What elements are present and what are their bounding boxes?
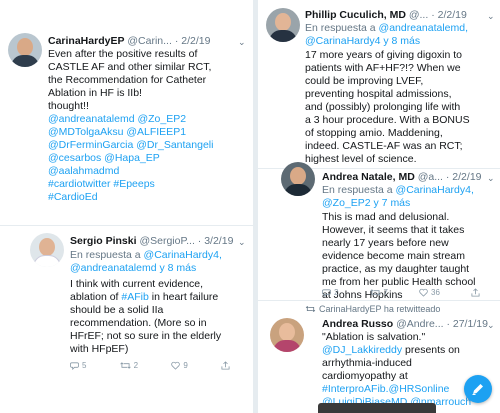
mention-link[interactable]: @Zo_EP2 y 7 más bbox=[322, 197, 410, 209]
mention-link[interactable]: @andreanatalemd y 8 más bbox=[70, 262, 196, 274]
like-button[interactable]: 9 bbox=[171, 361, 188, 370]
author-handle[interactable]: @SergioP... bbox=[139, 235, 194, 247]
reply-context: En respuesta a @andreanatalemd, bbox=[305, 22, 469, 34]
reply-icon bbox=[70, 362, 79, 370]
author-name[interactable]: Andrea Russo bbox=[322, 318, 393, 330]
reply-context: En respuesta a @CarinaHardy4, bbox=[322, 184, 474, 196]
compose-tweet-button[interactable] bbox=[464, 375, 492, 403]
mention-link[interactable]: @CarinaHardy4, bbox=[396, 184, 474, 196]
like-button[interactable]: 36 bbox=[419, 288, 440, 297]
retweet-icon bbox=[369, 289, 381, 296]
tweet-text: "Ablation is salvation." @DJ_Lakkireddy … bbox=[322, 331, 472, 408]
hashtag-link[interactable]: #InterproAFib.@HRSonline bbox=[322, 383, 471, 396]
author-name[interactable]: CarinaHardyEP bbox=[48, 35, 124, 47]
heart-icon bbox=[419, 288, 428, 297]
mention-link[interactable]: @DJ_Lakkireddy bbox=[322, 344, 402, 356]
reply-context-more: @CarinaHardy4 y 8 más bbox=[305, 35, 420, 48]
author-name[interactable]: Phillip Cuculich, MD bbox=[305, 9, 406, 21]
hashtag-link[interactable]: #cardiotwitter #Epeeps bbox=[48, 178, 213, 191]
tweet-text: Even after the positive results of CASTL… bbox=[48, 48, 214, 204]
tweet-header: Phillip Cuculich, MD @... · 2/2/19 bbox=[305, 9, 467, 22]
tweet-text: I think with current evidence, ablation … bbox=[70, 278, 222, 355]
tweet-header: Andrea Russo @Andre... · 27/1/19 bbox=[322, 318, 488, 331]
mention-link[interactable]: @MDTolgaAksu @ALFIEEP1 bbox=[48, 126, 213, 139]
reply-button[interactable]: 2 bbox=[322, 288, 338, 297]
retweet-context[interactable]: CarinaHardyEP ha retwitteado bbox=[305, 304, 440, 314]
reply-button[interactable]: 5 bbox=[70, 361, 86, 370]
tweet-date[interactable]: · 2/2/19 bbox=[431, 9, 467, 21]
chevron-down-icon[interactable]: ⌄ bbox=[238, 37, 246, 48]
reply-icon bbox=[322, 289, 331, 297]
reply-context-more: @andreanatalemd y 8 más bbox=[70, 262, 196, 275]
chevron-down-icon[interactable]: ⌄ bbox=[487, 320, 495, 331]
hashtag-link[interactable]: #AFib bbox=[121, 291, 148, 303]
mention-link[interactable]: @andreanatalemd, bbox=[379, 22, 468, 34]
mention-link[interactable]: @andreanatalemd @Zo_EP2 bbox=[48, 113, 213, 126]
reply-context: En respuesta a @CarinaHardy4, bbox=[70, 249, 222, 261]
tweet-date[interactable]: · 3/2/19 bbox=[198, 235, 234, 247]
retweet-icon bbox=[305, 306, 316, 312]
tweet-separator bbox=[258, 300, 500, 301]
tweet-header: CarinaHardyEP @Carin... · 2/2/19 bbox=[48, 35, 210, 48]
media-thumbnail[interactable] bbox=[318, 403, 436, 413]
author-handle[interactable]: @Andre... bbox=[396, 318, 443, 330]
avatar[interactable] bbox=[8, 33, 42, 67]
avatar[interactable] bbox=[281, 162, 315, 196]
author-name[interactable]: Andrea Natale, MD bbox=[322, 171, 415, 183]
mention-link[interactable]: @DrFerminGarcia @Dr_Santangeli bbox=[48, 139, 213, 152]
author-handle[interactable]: @a... bbox=[418, 171, 443, 183]
avatar[interactable] bbox=[270, 318, 304, 352]
tweet-date[interactable]: · 27/1/19 bbox=[446, 318, 487, 330]
share-icon bbox=[471, 288, 480, 297]
mention-link[interactable]: @aalahmadmd bbox=[48, 165, 213, 178]
tweet-header: Andrea Natale, MD @a... · 2/2/19 bbox=[322, 171, 482, 184]
tweet-date[interactable]: · 2/2/19 bbox=[446, 171, 482, 183]
tweet-text: 17 more years of giving digoxin to patie… bbox=[305, 49, 470, 165]
share-button[interactable] bbox=[221, 361, 230, 370]
tweet-actions: 5 2 9 bbox=[70, 361, 230, 370]
author-name[interactable]: Sergio Pinski bbox=[70, 235, 137, 247]
hashtag-link[interactable]: #CardioEd bbox=[48, 191, 213, 204]
mention-link[interactable]: @cesarbos @Hapa_EP bbox=[48, 152, 213, 165]
share-icon bbox=[221, 361, 230, 370]
retweet-icon bbox=[119, 362, 131, 369]
mention-link[interactable]: @CarinaHardy4 y 8 más bbox=[305, 35, 420, 47]
retweet-button[interactable]: 2 bbox=[119, 361, 138, 370]
avatar[interactable] bbox=[266, 8, 300, 42]
reply-context-more: @Zo_EP2 y 7 más bbox=[322, 197, 410, 210]
avatar[interactable] bbox=[30, 233, 64, 267]
chevron-down-icon[interactable]: ⌄ bbox=[238, 237, 246, 248]
compose-tweet-icon bbox=[472, 384, 483, 395]
tweet-header: Sergio Pinski @SergioP... · 3/2/19 bbox=[70, 235, 233, 248]
retweet-button[interactable]: 7 bbox=[369, 288, 388, 297]
tweet-date[interactable]: · 2/2/19 bbox=[175, 35, 211, 47]
tweet-separator bbox=[0, 225, 253, 226]
author-handle[interactable]: @... bbox=[409, 9, 428, 21]
share-button[interactable] bbox=[471, 288, 480, 297]
chevron-down-icon[interactable]: ⌄ bbox=[487, 11, 495, 22]
tweet-actions: 2 7 36 bbox=[322, 288, 480, 297]
chevron-down-icon[interactable]: ⌄ bbox=[487, 173, 495, 184]
author-handle[interactable]: @Carin... bbox=[127, 35, 172, 47]
heart-icon bbox=[171, 361, 181, 370]
mention-link[interactable]: @CarinaHardy4, bbox=[144, 249, 222, 261]
